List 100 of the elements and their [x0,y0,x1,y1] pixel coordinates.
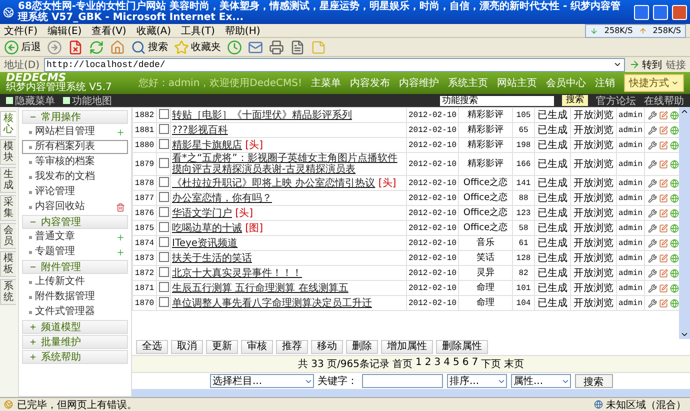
edit-icon[interactable] [659,178,668,188]
wrench-icon[interactable] [648,126,657,134]
nav-link[interactable]: 主菜单 [311,76,341,90]
globe-icon[interactable] [670,224,679,232]
close-button[interactable] [672,4,687,20]
menu-link[interactable]: 上传新文件 [22,275,128,289]
menu-group-header[interactable]: 附件管理 [22,260,128,274]
wrench-icon[interactable] [648,194,657,202]
page-link[interactable]: 首页 [392,357,412,371]
document-icon[interactable] [290,40,305,54]
scroll-down-icon[interactable] [680,330,689,339]
page-link[interactable]: 2 [424,357,432,371]
row-checkbox[interactable] [158,206,168,216]
menu-link[interactable]: 普通文章 [22,230,128,244]
side-tab[interactable]: 采集 [0,195,16,221]
search-button[interactable]: 搜索 [574,374,612,388]
menu-link[interactable]: 所有档案列表 [22,140,128,154]
action-button[interactable]: 更新 [206,340,238,354]
keyword-field[interactable] [362,374,442,388]
wrench-icon[interactable] [648,160,657,168]
menu-group-header[interactable]: 系统帮助 [22,350,128,364]
wrench-icon[interactable] [648,284,657,292]
wrench-icon[interactable] [648,224,657,232]
menu-group-header[interactable]: 频道模型 [22,320,128,334]
nav-link[interactable]: 会员中心 [546,76,586,90]
help-link[interactable]: 官方论坛 [596,94,636,108]
row-checkbox[interactable] [158,124,168,134]
edit-icon[interactable] [659,298,668,308]
side-tab[interactable]: 模块 [0,139,16,165]
action-button[interactable]: 删除属性 [436,340,488,354]
page-link[interactable]: 1 [415,357,422,371]
title-link[interactable]: 精影星卡旗舰店 [172,140,242,150]
nav-link[interactable]: 内容发布 [350,76,390,90]
attribute-select[interactable]: 属性... [510,374,570,388]
menu-link[interactable]: 我发布的文档 [22,170,128,184]
wrench-icon[interactable] [648,178,657,188]
globe-icon[interactable] [670,178,679,188]
wrench-icon[interactable] [648,238,657,248]
action-button[interactable]: 移动 [311,340,343,354]
menu-item[interactable]: 文件(F) [4,24,38,38]
wrench-icon[interactable] [648,268,657,278]
globe-icon[interactable] [670,268,679,278]
globe-icon[interactable] [670,298,679,308]
row-checkbox[interactable] [158,282,168,292]
side-tab[interactable]: 会员 [0,223,16,249]
order-select[interactable]: 排序... [446,374,506,388]
toolbar-button[interactable]: 搜索 [131,40,168,54]
action-button[interactable]: 增加属性 [381,340,433,354]
scroll-up-icon[interactable] [680,107,689,116]
vertical-scrollbar[interactable] [679,107,690,339]
row-checkbox[interactable] [158,108,168,118]
plus-icon[interactable] [116,128,125,136]
title-link[interactable]: 华语文学门户 [172,208,232,218]
nav-link[interactable]: 系统主页 [448,76,488,90]
quick-menu-button[interactable]: 快捷方式 [624,74,684,92]
menu-link[interactable]: 等审核的档案 [22,155,128,169]
menu-link[interactable]: 文件式管理器 [22,305,128,319]
page-link[interactable]: 3 [434,357,441,371]
row-checkbox[interactable] [158,296,168,306]
toolbar-button[interactable]: 收藏夹 [174,40,221,54]
menu-item[interactable]: 工具(T) [181,24,215,38]
edit-icon[interactable] [659,110,668,120]
menu-item[interactable]: 收藏(A) [136,24,171,38]
title-link[interactable]: 《杜拉拉升职记》即将上映 办公室恋情引热议 [172,178,376,188]
side-tab[interactable]: 模板 [0,251,16,277]
wrench-icon[interactable] [648,254,657,262]
side-tab[interactable]: 系统 [0,279,16,305]
edit-icon[interactable] [659,194,668,202]
home-icon[interactable] [110,40,125,54]
edit-icon[interactable] [659,208,668,218]
edit-icon[interactable] [659,238,668,248]
action-button[interactable]: 审核 [241,340,273,354]
row-checkbox[interactable] [158,236,168,246]
menu-link[interactable]: 附件数据管理 [22,290,128,304]
menu-item[interactable]: 查看(V) [92,24,126,38]
menu-link[interactable]: 评论管理 [22,185,128,199]
row-checkbox[interactable] [158,222,168,232]
clock-icon[interactable] [227,40,242,54]
edit-icon[interactable] [659,140,668,150]
menu-item[interactable]: 编辑(E) [48,24,82,38]
help-link[interactable]: 在线帮助 [644,94,684,108]
edit-icon[interactable] [659,284,668,292]
edit-icon[interactable] [659,224,668,232]
printer-icon[interactable] [269,40,284,54]
menu-group-header[interactable]: 常用操作 [22,110,128,124]
page-link[interactable]: 4 [444,357,450,371]
forward-icon[interactable] [47,40,62,54]
menu-group-header[interactable]: 批量维护 [22,335,128,349]
wrench-icon[interactable] [648,298,657,308]
horizontal-scrollbar[interactable] [132,389,690,397]
plus-icon[interactable] [116,248,125,256]
page-link[interactable]: 6 [462,357,469,371]
edit-icon[interactable] [659,268,668,278]
globe-icon[interactable] [670,208,679,218]
side-tab[interactable]: 核心 [0,111,16,137]
row-checkbox[interactable] [158,158,168,168]
globe-icon[interactable] [670,284,679,292]
edit-icon[interactable] [659,126,668,134]
toolbar-button[interactable]: 后退 [4,40,41,54]
edit-icon[interactable] [659,254,668,262]
